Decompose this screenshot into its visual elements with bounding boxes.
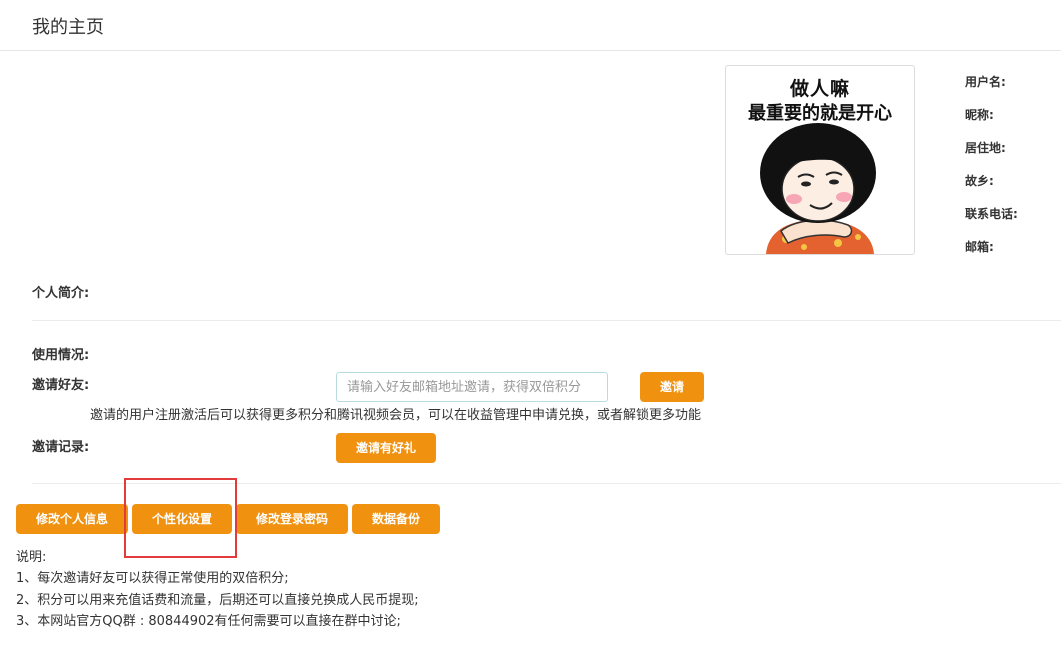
- highlight-annotation-box: [124, 478, 237, 558]
- hometown-label: 故乡:: [965, 174, 994, 188]
- edit-profile-button[interactable]: 修改个人信息: [16, 504, 128, 534]
- invite-email-input[interactable]: [336, 372, 608, 402]
- note-item-3: 3、本网站官方QQ群 : 80844902有任何需要可以直接在群中讨论;: [16, 614, 401, 629]
- avatar[interactable]: 做人嘛 最重要的就是开心: [725, 65, 915, 255]
- page-title: 我的主页: [32, 17, 104, 38]
- page-header: 我的主页: [0, 0, 1061, 51]
- notes-title: 说明:: [16, 550, 47, 565]
- invite-gift-button[interactable]: 邀请有好礼: [336, 433, 436, 463]
- invite-friends-label: 邀请好友:: [32, 378, 90, 393]
- invite-record-label: 邀请记录:: [32, 440, 90, 455]
- email-label: 邮箱:: [965, 240, 994, 254]
- invite-description: 邀请的用户注册激活后可以获得更多积分和腾讯视频会员，可以在收益管理中申请兑换，或…: [90, 408, 702, 423]
- residence-label: 居住地:: [965, 141, 1006, 155]
- nickname-label: 昵称:: [965, 108, 994, 122]
- meme-face-image: [760, 123, 876, 254]
- note-item-2: 2、积分可以用来充值话费和流量，后期还可以直接兑换成人民币提现;: [16, 593, 419, 608]
- invite-button[interactable]: 邀请: [640, 372, 704, 402]
- username-label: 用户名:: [965, 75, 1006, 89]
- phone-label: 联系电话:: [965, 207, 1018, 221]
- data-backup-button[interactable]: 数据备份: [352, 504, 440, 534]
- avatar-caption-line1: 做人嘛: [789, 78, 850, 100]
- divider-top: [32, 320, 1061, 321]
- change-password-button[interactable]: 修改登录密码: [236, 504, 348, 534]
- note-item-1: 1、每次邀请好友可以获得正常使用的双倍积分;: [16, 571, 289, 586]
- usage-label: 使用情况:: [32, 348, 90, 363]
- bio-label: 个人简介:: [32, 286, 90, 301]
